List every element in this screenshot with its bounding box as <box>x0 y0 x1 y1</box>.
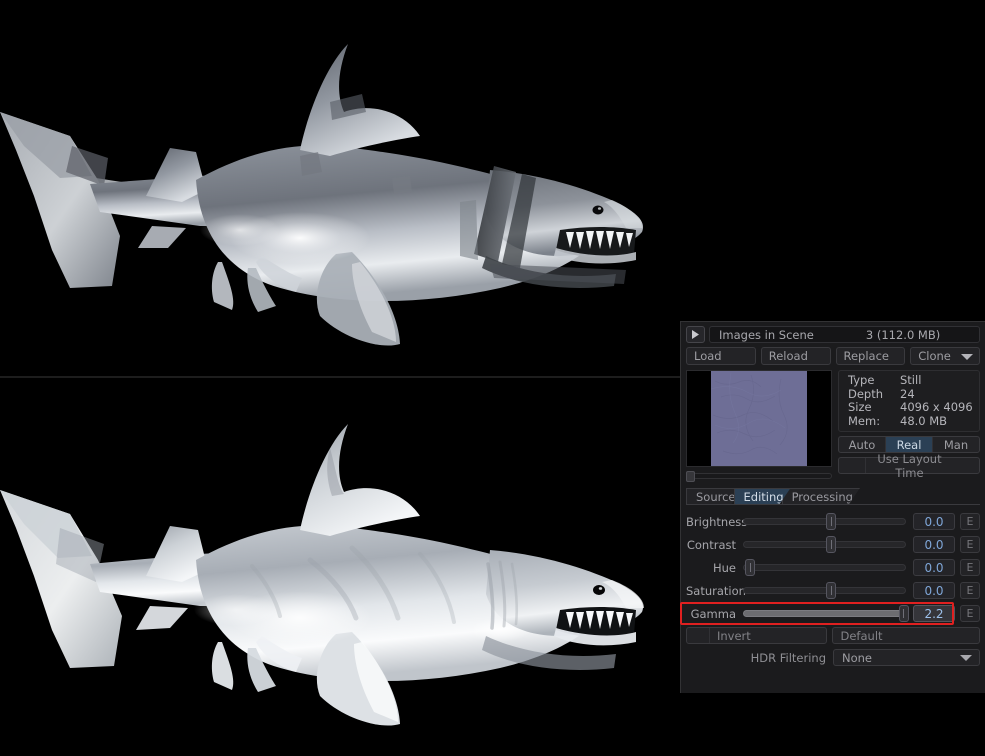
slider-handle[interactable] <box>826 536 837 553</box>
saturation-slider[interactable] <box>743 581 906 600</box>
images-in-scene-field[interactable]: Images in Scene 3 (112.0 MB) <box>709 326 980 343</box>
slider-track[interactable] <box>743 587 906 594</box>
slider-track[interactable] <box>743 518 906 525</box>
gamma-label: Gamma <box>690 606 736 621</box>
layout-time-checkbox[interactable] <box>839 458 866 473</box>
saturation-envelope-button[interactable]: E <box>960 582 980 599</box>
thumbnail-texture <box>711 371 807 466</box>
contrast-label: Contrast <box>686 537 736 552</box>
expand-panel-button[interactable] <box>686 326 705 343</box>
contrast-envelope-button[interactable]: E <box>960 536 980 553</box>
brightness-label: Brightness <box>686 514 748 529</box>
viewport-top-render[interactable] <box>0 0 680 376</box>
brightness-slider[interactable] <box>743 512 906 531</box>
thumbnail-scrollbar[interactable] <box>686 470 832 482</box>
info-row-type: Type Still <box>839 373 979 388</box>
viewport-bottom-render[interactable] <box>0 378 680 756</box>
hue-label: Hue <box>712 560 736 575</box>
slider-track[interactable] <box>743 564 906 571</box>
info-value: 4096 x 4096 <box>900 400 973 414</box>
clone-dropdown[interactable]: Clone <box>910 347 980 365</box>
load-button[interactable]: Load <box>686 347 756 365</box>
info-row-depth: Depth 24 <box>839 386 979 402</box>
info-key: Mem: <box>848 413 881 428</box>
shark-render-smooth <box>0 378 680 756</box>
info-key: Size <box>848 400 872 414</box>
saturation-value[interactable]: 0.0 <box>913 582 955 599</box>
info-key: Type <box>848 373 875 387</box>
reload-button[interactable]: Reload <box>760 347 831 365</box>
thumbnail-swatch <box>711 371 807 466</box>
segment-real[interactable]: Real <box>885 437 932 452</box>
time-mode-segment[interactable]: Auto Real Man <box>838 436 980 453</box>
hdr-filtering-dropdown[interactable]: None <box>833 649 980 666</box>
info-key: Depth <box>848 386 884 401</box>
default-button[interactable]: Default <box>831 627 980 644</box>
gamma-envelope-button[interactable]: E <box>960 605 980 622</box>
slider-track[interactable] <box>743 610 906 617</box>
slider-handle[interactable] <box>898 605 909 622</box>
editor-tabs: Source Editing Processing <box>686 488 980 504</box>
panel-header: Images in Scene 3 (112.0 MB) <box>686 326 980 343</box>
invert-checkbox[interactable] <box>687 628 710 643</box>
hue-slider[interactable] <box>743 558 906 577</box>
invert-label: Invert <box>717 628 751 643</box>
segment-man[interactable]: Man <box>932 437 979 452</box>
segment-auto[interactable]: Auto <box>839 437 885 452</box>
hdr-filtering-row: HDR Filtering None <box>686 649 980 666</box>
tab-editing-label: Editing <box>743 489 784 504</box>
tab-processing-label: Processing <box>791 489 853 504</box>
slider-row-saturation: Saturation 0.0 E <box>686 581 980 600</box>
hdr-filtering-value: None <box>842 650 873 665</box>
image-actions-row: Load Reload Replace Clone <box>686 347 980 365</box>
slider-row-hue: Hue 0.0 E <box>686 558 980 577</box>
invert-toggle[interactable]: Invert <box>686 627 827 644</box>
preview-column <box>686 370 832 482</box>
slider-row-brightness: Brightness 0.0 E <box>686 512 980 531</box>
contrast-slider[interactable] <box>743 535 906 554</box>
slider-track[interactable] <box>743 541 906 548</box>
info-value: Still <box>900 373 922 387</box>
contrast-value[interactable]: 0.0 <box>913 536 955 553</box>
triangle-right-icon <box>692 330 699 339</box>
gamma-value[interactable]: 2.2 <box>913 605 955 622</box>
scrollbar-handle[interactable] <box>686 470 695 482</box>
slider-row-gamma: Gamma 2.2 E <box>680 602 980 625</box>
image-info-column: Type Still Depth 24 Size 4096 x 4096 Mem… <box>838 370 980 481</box>
use-layout-time-button[interactable]: Use Layout Time <box>838 452 980 480</box>
clone-dropdown-label: Clone <box>918 349 951 363</box>
image-info-box: Type Still Depth 24 Size 4096 x 4096 Mem… <box>838 370 980 432</box>
info-value: 48.0 MB <box>900 413 948 428</box>
slider-handle[interactable] <box>826 513 837 530</box>
tab-processing[interactable]: Processing <box>782 488 860 504</box>
info-row-size: Size 4096 x 4096 <box>839 400 979 415</box>
app-window: Images in Scene 3 (112.0 MB) Load Reload… <box>0 0 985 756</box>
image-editor-panel: Images in Scene 3 (112.0 MB) Load Reload… <box>680 321 985 693</box>
info-row-mem: Mem: 48.0 MB <box>839 413 979 429</box>
replace-button[interactable]: Replace <box>835 347 906 365</box>
invert-default-row: Invert Default <box>686 627 980 644</box>
scrollbar-track[interactable] <box>693 473 832 479</box>
hue-envelope-button[interactable]: E <box>960 559 980 576</box>
editing-controls: Brightness 0.0 E Contrast 0.0 E Hue 0.0 … <box>680 504 980 666</box>
slider-handle[interactable] <box>826 582 837 599</box>
tab-source-label: Source <box>696 489 736 504</box>
info-value: 24 <box>900 386 915 401</box>
brightness-value[interactable]: 0.0 <box>913 513 955 530</box>
gamma-slider[interactable] <box>743 604 909 623</box>
brightness-envelope-button[interactable]: E <box>960 513 980 530</box>
chevron-down-icon <box>961 354 973 360</box>
slider-row-contrast: Contrast 0.0 E <box>686 535 980 554</box>
hdr-filtering-label: HDR Filtering <box>750 650 826 665</box>
preview-and-info: Type Still Depth 24 Size 4096 x 4096 Mem… <box>686 370 980 482</box>
shark-render-textured <box>0 0 680 376</box>
hue-value[interactable]: 0.0 <box>913 559 955 576</box>
saturation-label: Saturation <box>686 583 746 598</box>
images-in-scene-count: 3 (112.0 MB) <box>865 327 941 342</box>
chevron-down-icon <box>960 655 972 661</box>
image-thumbnail[interactable] <box>686 370 832 467</box>
slider-handle[interactable] <box>745 559 756 576</box>
use-layout-time-label: Use Layout Time <box>877 451 942 480</box>
images-in-scene-label: Images in Scene <box>719 327 814 342</box>
